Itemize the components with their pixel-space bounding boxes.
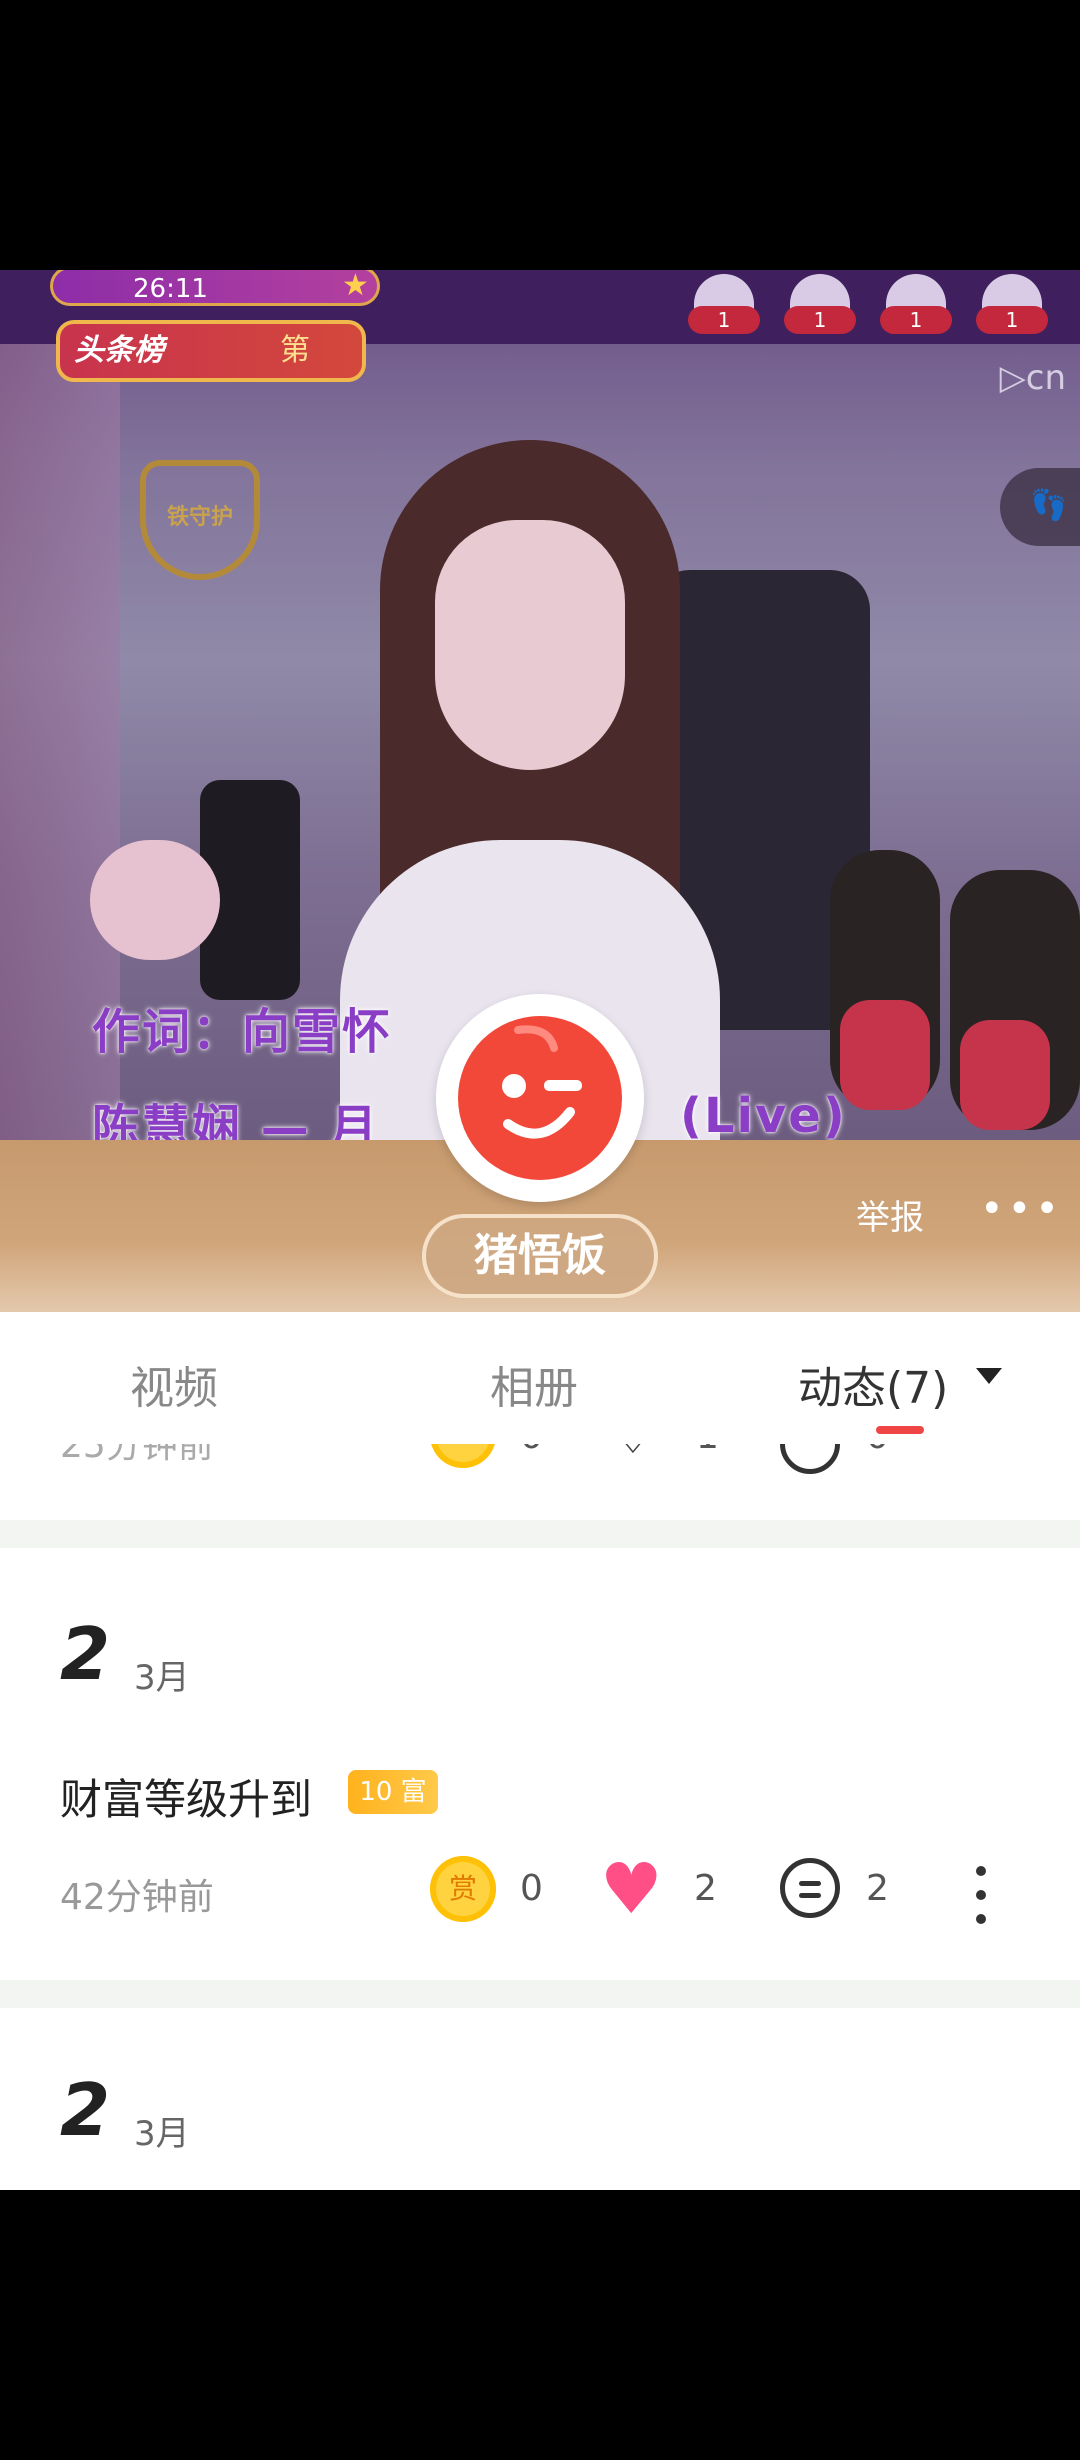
avatar[interactable] <box>436 994 644 1202</box>
rank-board-badge[interactable]: 头条榜 第 <box>56 320 366 382</box>
lyric-line: 陈慧娴 — 月 <box>92 1100 380 1140</box>
fan-avatar[interactable]: 1 <box>688 274 760 334</box>
reward-coin-icon[interactable] <box>430 1444 496 1468</box>
active-tab-indicator <box>876 1426 924 1434</box>
like-icon[interactable]: ♡ <box>606 1444 660 1468</box>
live-timer: 26:11 <box>50 270 380 306</box>
post-more-icon[interactable] <box>976 1866 988 1938</box>
post-day: 2 <box>60 1612 111 1696</box>
comment-icon[interactable] <box>780 1444 840 1474</box>
tab-video[interactable]: 视频 <box>130 1352 218 1416</box>
profile-name: 猪悟饭 <box>422 1214 658 1298</box>
like-count: 2 <box>694 1868 717 1909</box>
footprint-button[interactable]: 👣 <box>1000 468 1080 546</box>
guard-shield-icon: 铁守护 <box>140 460 260 580</box>
post-day: 2 <box>60 2068 111 2152</box>
wealth-level-badge: 10 富 <box>348 1770 438 1814</box>
comment-icon[interactable] <box>780 1858 840 1918</box>
tab-feed[interactable]: 动态(7) <box>798 1352 948 1416</box>
fan-avatar[interactable]: 1 <box>880 274 952 334</box>
tab-album[interactable]: 相册 <box>490 1352 578 1416</box>
divider <box>0 1520 1080 1548</box>
feed-list[interactable]: 25分钟前 0 ♡ 1 0 2 3月 财富等级升到 10 富 42分钟前 赏 0… <box>0 1444 1080 2190</box>
flower-decoration <box>90 840 220 960</box>
post-more-icon[interactable] <box>976 1444 988 1458</box>
like-heart-icon[interactable]: ♥ <box>600 1854 663 1924</box>
reward-count: 0 <box>520 1868 543 1909</box>
divider <box>0 1980 1080 2008</box>
report-button[interactable]: 举报 <box>856 1190 924 1239</box>
reward-coin-icon[interactable]: 赏 <box>430 1856 496 1922</box>
wink-face-icon <box>458 1016 622 1180</box>
post-text: 财富等级升到 <box>60 1775 313 1824</box>
fan-avatar[interactable]: 1 <box>976 274 1048 334</box>
profile-tabs: 视频 相册 动态(7) <box>0 1312 1080 1444</box>
plush-toy-left <box>830 850 940 1110</box>
comment-count: 2 <box>866 1868 889 1909</box>
chevron-down-icon[interactable] <box>976 1368 1002 1384</box>
star-icon: ★ <box>342 270 369 303</box>
like-count: 1 <box>696 1444 719 1457</box>
more-options-button[interactable]: ••• <box>980 1186 1063 1232</box>
post-month: 3月 <box>134 2114 190 2154</box>
reward-count: 0 <box>520 1444 543 1457</box>
post-time: 25分钟前 <box>60 1444 214 1466</box>
platform-watermark: ▷cn <box>999 358 1066 398</box>
comment-count: 0 <box>866 1444 889 1457</box>
lyric-line: 作词：向雪怀 <box>92 1004 393 1060</box>
lyric-line: (Live) <box>680 1088 847 1140</box>
footprint-icon: 👣 <box>1030 488 1068 523</box>
plush-toy-right <box>950 870 1080 1130</box>
post-month: 3月 <box>134 1658 190 1698</box>
fan-avatar[interactable]: 1 <box>784 274 856 334</box>
post-time: 42分钟前 <box>60 1877 214 1918</box>
